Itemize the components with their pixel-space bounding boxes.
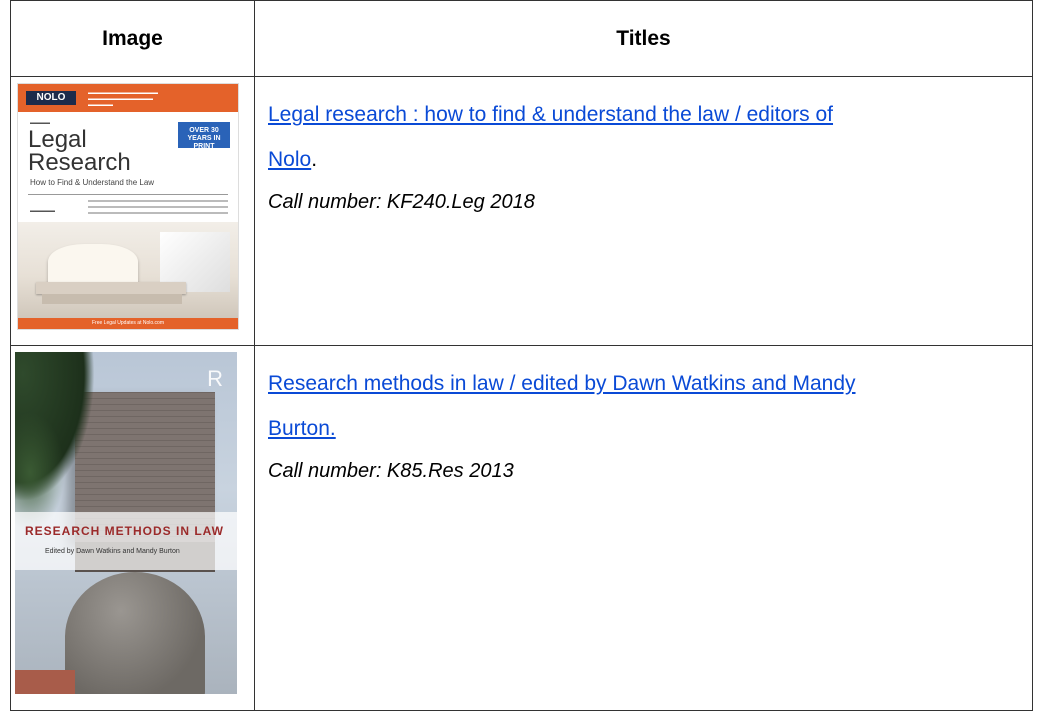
cover-subtitle: How to Find & Understand the Law xyxy=(30,178,155,187)
header-image: Image xyxy=(10,0,255,77)
header-row: Image Titles xyxy=(10,0,1033,77)
cover-editors: Edited by Dawn Watkins and Mandy Burton xyxy=(45,548,180,555)
title-link-research-methods[interactable]: Research methods in law / edited by Dawn… xyxy=(268,372,856,440)
cover-cell: R RESEARCH METHODS IN LAW Edited by Dawn… xyxy=(10,345,255,711)
book-stack-image xyxy=(36,282,186,294)
cover-bottom-banner: Free Legal Updates at Nolo.com xyxy=(18,318,238,329)
title-cell: Research methods in law / edited by Dawn… xyxy=(254,345,1033,711)
header-titles: Titles xyxy=(254,0,1033,77)
nolo-logo: NOLO xyxy=(26,91,76,105)
call-number: Call number: K85.Res 2013 xyxy=(268,460,514,482)
cover-author: ▬▬▬▬▬ xyxy=(30,208,55,214)
title-tail: . xyxy=(311,148,318,171)
cover-badge: OVER 30 YEARS IN PRINT xyxy=(178,122,230,150)
sculpture-head-image xyxy=(65,572,205,694)
cover-blurb: ▬▬▬▬▬▬▬▬▬▬▬▬▬▬ ▬▬▬▬▬▬▬▬▬▬▬▬▬ ▬▬▬▬▬ xyxy=(88,90,158,108)
cover-bullets xyxy=(88,200,228,218)
cover-title-line2: Research xyxy=(28,149,131,176)
call-number: Call number: KF240.Leg 2018 xyxy=(268,191,535,213)
routledge-logo: R xyxy=(207,366,223,391)
book-stack-image xyxy=(42,294,182,304)
cover-title-band xyxy=(15,512,237,570)
table-row: R RESEARCH METHODS IN LAW Edited by Dawn… xyxy=(10,345,1033,711)
cover-title: RESEARCH METHODS IN LAW xyxy=(25,524,225,538)
books-table: Image Titles NOLO ▬▬▬▬▬▬▬▬▬▬▬▬▬▬ ▬▬▬▬▬▬▬▬… xyxy=(10,0,1033,711)
cover-photo-books xyxy=(18,222,238,320)
title-cell: Legal research : how to find & understan… xyxy=(254,76,1033,346)
cover-rule xyxy=(28,194,228,195)
table-row: NOLO ▬▬▬▬▬▬▬▬▬▬▬▬▬▬ ▬▬▬▬▬▬▬▬▬▬▬▬▬ ▬▬▬▬▬ ▬▬… xyxy=(10,76,1033,346)
title-link-legal-research[interactable]: Legal research : how to find & understan… xyxy=(268,103,833,171)
book-cover-legal-research[interactable]: NOLO ▬▬▬▬▬▬▬▬▬▬▬▬▬▬ ▬▬▬▬▬▬▬▬▬▬▬▬▬ ▬▬▬▬▬ ▬▬… xyxy=(17,83,239,330)
building-image xyxy=(15,670,75,694)
cover-cell: NOLO ▬▬▬▬▬▬▬▬▬▬▬▬▬▬ ▬▬▬▬▬▬▬▬▬▬▬▬▬ ▬▬▬▬▬ ▬▬… xyxy=(10,76,255,346)
book-cover-research-methods[interactable]: R RESEARCH METHODS IN LAW Edited by Dawn… xyxy=(15,352,237,694)
